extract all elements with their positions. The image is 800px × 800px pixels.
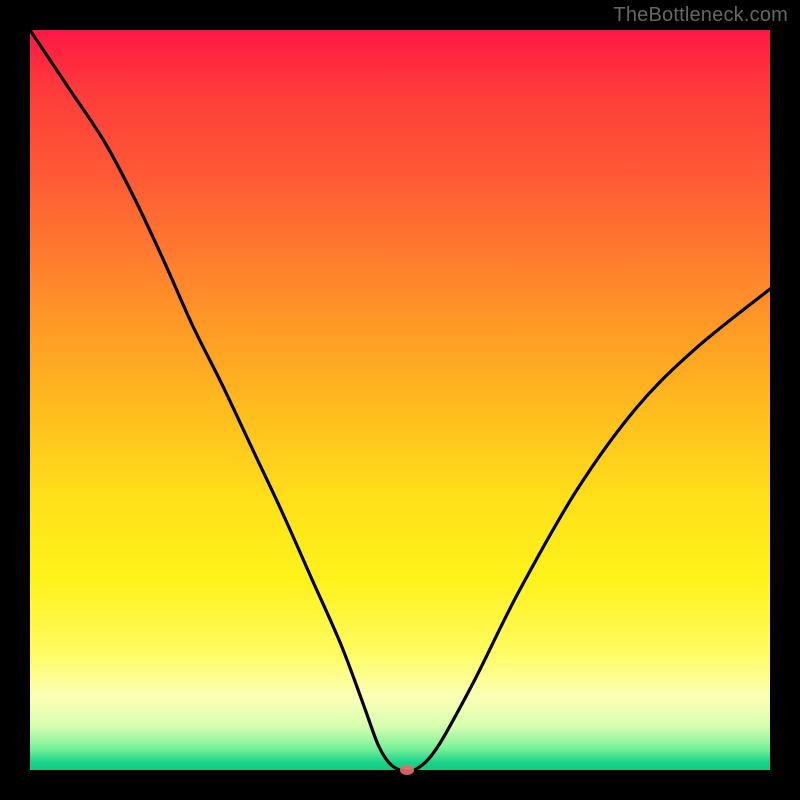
plot-area xyxy=(30,30,770,770)
bottleneck-curve xyxy=(30,30,770,770)
optimal-point-marker xyxy=(400,765,414,775)
watermark-text: TheBottleneck.com xyxy=(613,4,788,27)
chart-frame: TheBottleneck.com xyxy=(0,0,800,800)
